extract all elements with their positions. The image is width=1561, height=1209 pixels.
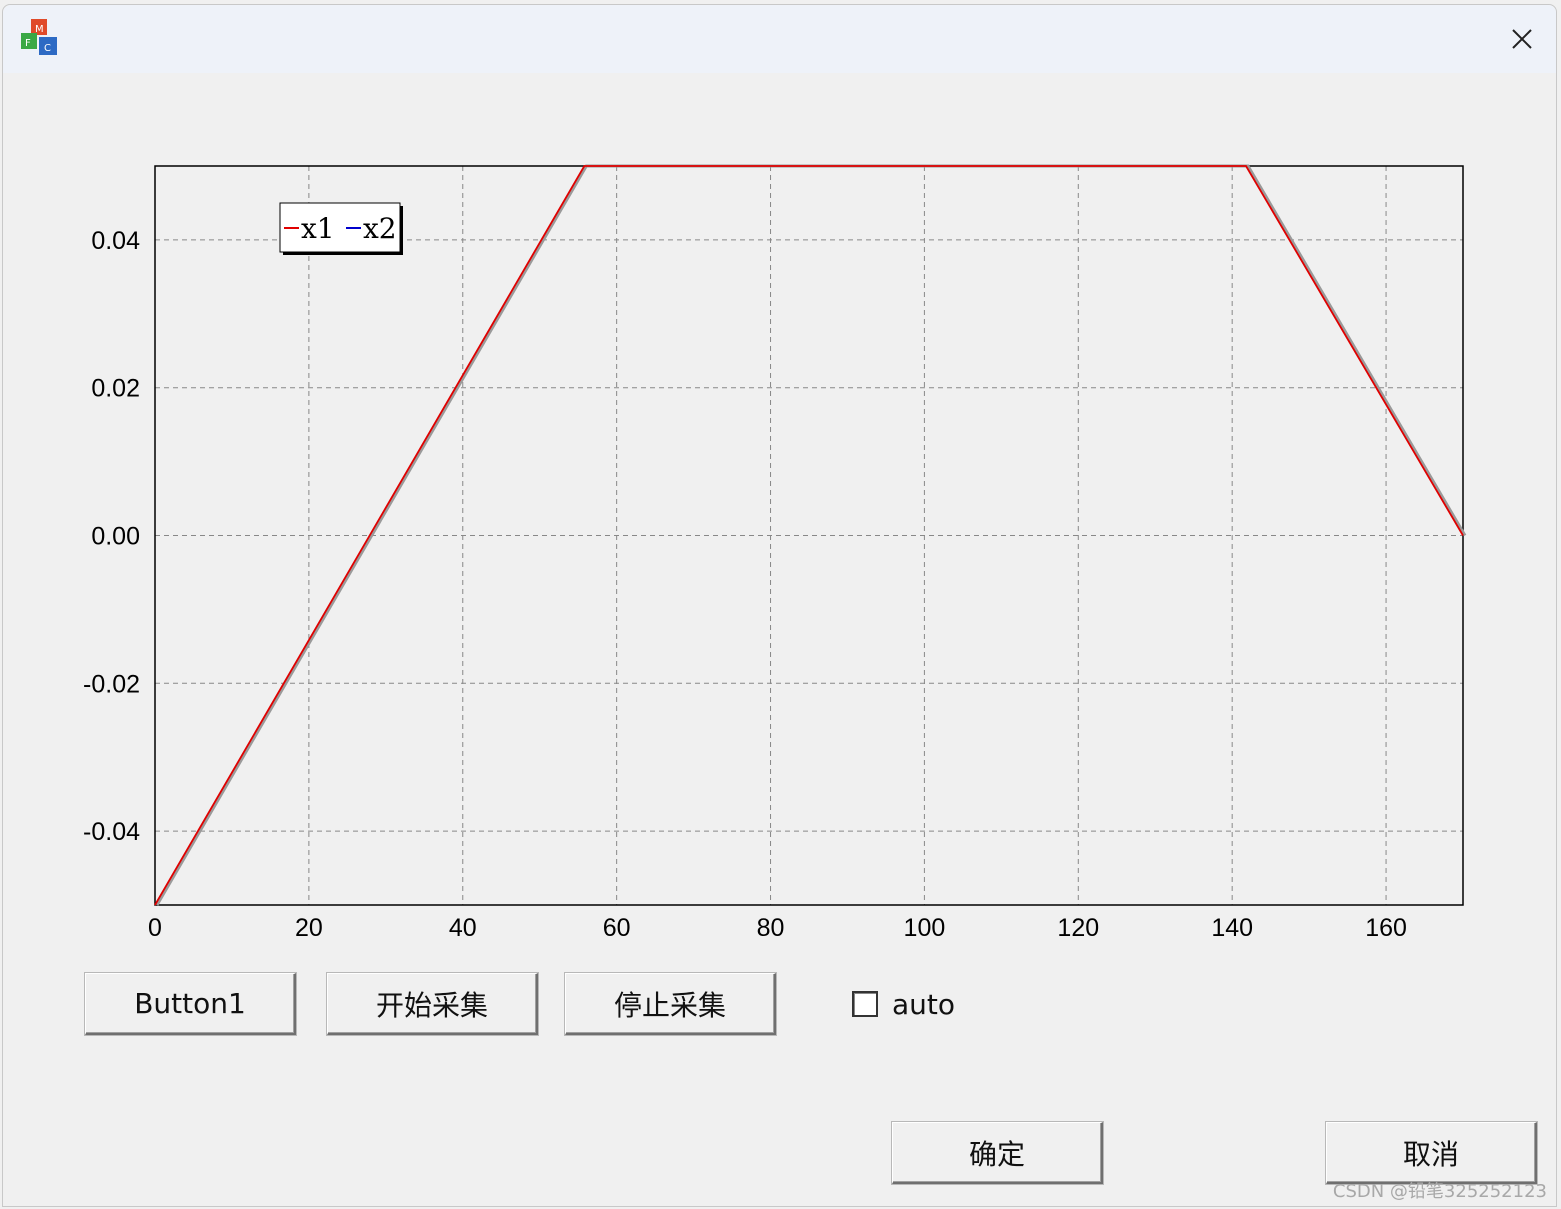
stop-capture-label: 停止采集 [613, 988, 726, 1022]
legend-label-x2: x2 [363, 212, 397, 245]
series-layer [154, 164, 1467, 906]
line-chart: 0 20 40 60 80 100 120 140 160 -0.04 -0.02 0.00 0.02… [83, 164, 1467, 942]
x-axis: 0 20 40 60 80 100 120 140 160 [148, 914, 1407, 942]
button1[interactable]: Button1 [85, 973, 296, 1035]
chart-grid [155, 166, 1463, 905]
auto-checkbox-control[interactable]: auto [852, 987, 955, 1021]
y-axis: -0.04 -0.02 0.00 0.02 0.04 [83, 227, 140, 846]
x-tick-label: 100 [904, 914, 946, 942]
y-tick-label: -0.04 [83, 818, 140, 846]
x-tick-label: 120 [1057, 914, 1099, 942]
chart-legend: x1 x2 [279, 202, 403, 255]
x-tick-label: 20 [295, 914, 323, 942]
y-tick-label: 0.00 [91, 523, 140, 551]
start-capture-button[interactable]: 开始采集 [327, 973, 538, 1035]
stop-capture-button[interactable]: 停止采集 [565, 973, 776, 1035]
auto-checkbox-label: auto [892, 987, 956, 1021]
x-tick-label: 80 [757, 914, 785, 942]
watermark: CSDN @铅笔325252123 [1332, 1181, 1547, 1202]
button1-label: Button1 [134, 987, 246, 1020]
x-tick-label: 160 [1365, 914, 1407, 942]
cancel-button[interactable]: 取消 [1326, 1122, 1537, 1184]
y-tick-label: 0.02 [91, 375, 140, 403]
ok-button[interactable]: 确定 [892, 1122, 1103, 1184]
cancel-label: 取消 [1402, 1137, 1459, 1171]
ok-label: 确定 [968, 1137, 1025, 1171]
x-tick-label: 60 [603, 914, 631, 942]
x-tick-label: 140 [1211, 914, 1253, 942]
x-tick-label: 0 [148, 914, 162, 942]
legend-label-x1: x1 [301, 212, 335, 245]
y-tick-label: 0.04 [91, 227, 140, 255]
x-tick-label: 40 [449, 914, 477, 942]
auto-checkbox[interactable] [852, 991, 878, 1017]
y-tick-label: -0.02 [83, 670, 140, 698]
start-capture-label: 开始采集 [375, 988, 488, 1022]
